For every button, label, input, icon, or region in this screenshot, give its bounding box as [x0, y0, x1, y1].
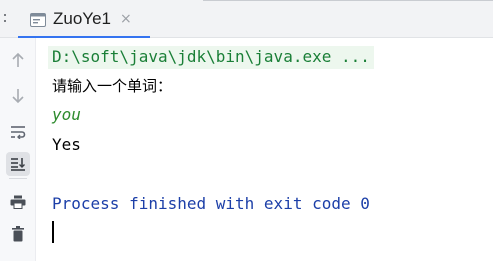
exit-message: Process finished with exit code 0	[52, 194, 370, 213]
command-line: D:\soft\java\jdk\bin\java.exe ...	[48, 46, 374, 69]
prompt-text: 请输入一个单词：	[52, 77, 173, 95]
user-input-text: you	[52, 105, 81, 124]
tab-bar-divider	[203, 0, 493, 1]
console-toolbar	[0, 38, 36, 261]
program-output-text: Yes	[52, 135, 81, 154]
scroll-to-end-icon[interactable]	[6, 152, 30, 176]
console-icon	[30, 12, 46, 27]
tab-zuoye1[interactable]: ZuoYe1 ×	[18, 0, 150, 39]
trash-icon[interactable]	[6, 222, 30, 246]
tab-bar: ZuoYe1 ×	[0, 0, 493, 39]
print-icon[interactable]	[6, 190, 30, 214]
arrow-down-icon[interactable]	[6, 84, 30, 108]
text-caret	[52, 221, 54, 243]
close-icon[interactable]: ×	[120, 12, 132, 26]
toolbar-divider	[9, 178, 27, 179]
tab-bar-separator	[4, 11, 6, 26]
console-output[interactable]: D:\soft\java\jdk\bin\java.exe ... 请输入一个单…	[36, 38, 493, 261]
soft-wrap-icon[interactable]	[6, 120, 30, 144]
arrow-up-icon[interactable]	[6, 48, 30, 72]
tab-label: ZuoYe1	[53, 9, 111, 28]
